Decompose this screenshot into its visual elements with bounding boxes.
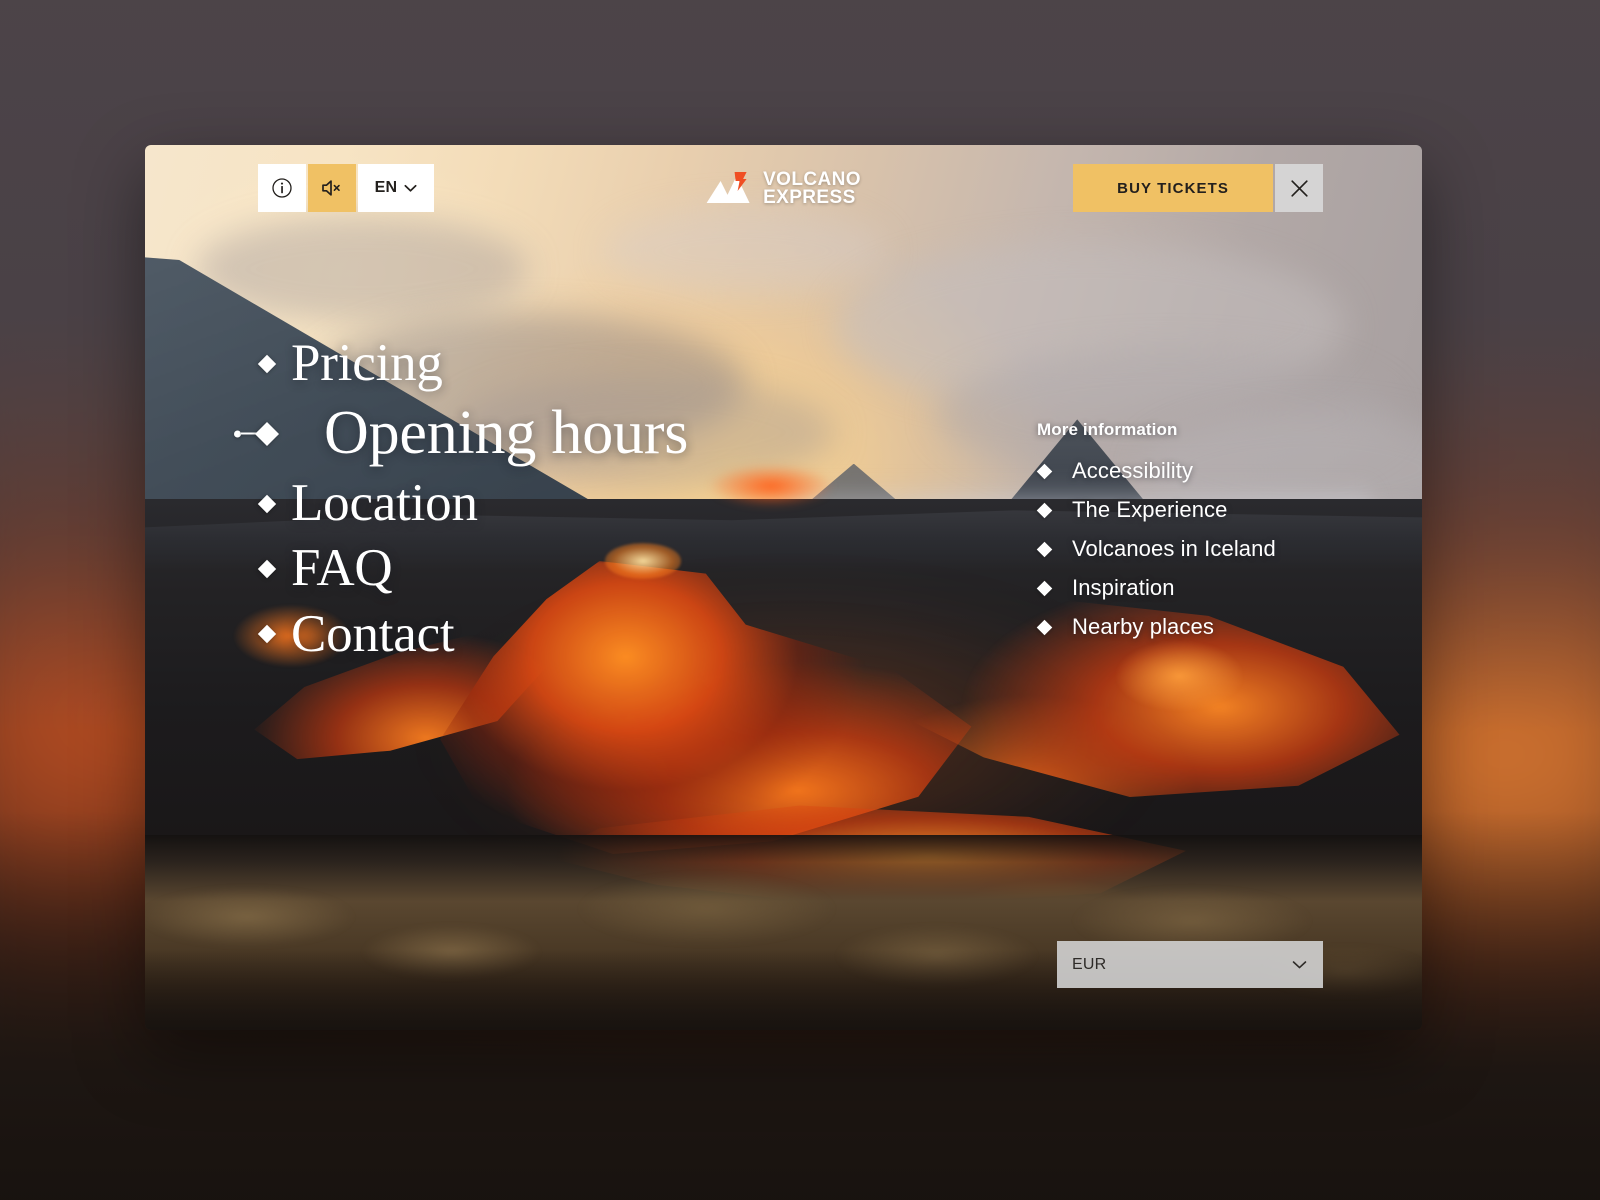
diamond-bullet-icon [1036, 619, 1053, 635]
brand-logo[interactable]: VOLCANO EXPRESS [706, 170, 861, 209]
diamond-bullet-icon [258, 495, 276, 513]
diamond-bullet-icon [258, 425, 276, 443]
sidebar-item-nearby-places[interactable]: Nearby places [1036, 614, 1337, 640]
eruption-glow [706, 463, 835, 508]
diamond-bullet-icon [1036, 541, 1053, 557]
nav-label: Location [291, 474, 478, 533]
sidebar-item-label: Nearby places [1072, 614, 1214, 639]
sidebar-item-label: Volcanoes in Iceland [1072, 536, 1276, 561]
diamond-bullet-icon [1036, 502, 1053, 518]
close-icon [1289, 178, 1310, 199]
secondary-nav-title: More information [1037, 420, 1178, 439]
nav-item-pricing[interactable]: Pricing [258, 334, 688, 392]
chevron-down-icon [1292, 960, 1307, 970]
diamond-bullet-icon [258, 560, 276, 578]
brand-wordmark: VOLCANO EXPRESS [763, 170, 861, 209]
nav-label: FAQ [291, 539, 393, 598]
close-button[interactable] [1275, 164, 1323, 212]
secondary-navigation: More information Accessibility The Exper… [1036, 420, 1337, 653]
arrow-dot [234, 430, 241, 438]
nav-label: Pricing [291, 334, 443, 392]
brand-line-2: EXPRESS [763, 187, 856, 209]
nav-item-opening-hours[interactable]: Opening hours [234, 399, 689, 468]
sidebar-item-label: The Experience [1072, 497, 1228, 522]
nav-item-contact[interactable]: Contact [258, 604, 688, 663]
nav-label: Contact [291, 604, 455, 663]
sidebar-item-the-experience[interactable]: The Experience [1036, 497, 1337, 523]
sidebar-item-volcanoes-in-iceland[interactable]: Volcanoes in Iceland [1036, 536, 1337, 562]
nav-item-location[interactable]: Location [258, 474, 688, 533]
header-left-controls: EN [258, 164, 434, 212]
info-circle-icon [271, 177, 293, 199]
diamond-bullet-icon [258, 625, 276, 643]
volcano-mountain-icon [706, 172, 754, 206]
sidebar-item-inspiration[interactable]: Inspiration [1036, 575, 1337, 601]
currency-value: EUR [1072, 955, 1107, 973]
nav-item-faq[interactable]: FAQ [258, 540, 688, 597]
currency-selector[interactable]: EUR [1057, 941, 1323, 988]
buy-tickets-button[interactable]: BUY TICKETS [1073, 164, 1273, 212]
sidebar-item-accessibility[interactable]: Accessibility [1036, 458, 1337, 484]
speaker-muted-icon [320, 177, 344, 199]
language-selector[interactable]: EN [358, 164, 434, 212]
chevron-down-icon [404, 184, 417, 193]
diamond-bullet-icon [258, 355, 276, 373]
diamond-bullet-icon [1036, 463, 1053, 479]
sidebar-item-label: Accessibility [1072, 458, 1194, 483]
sidebar-item-label: Inspiration [1072, 575, 1175, 600]
diamond-bullet-icon [1036, 580, 1053, 596]
menu-overlay-window: EN VOLCANO EXPRESS BUY TICKETS Pricing O… [145, 145, 1422, 1030]
nav-label: Opening hours [324, 399, 689, 468]
info-button[interactable] [258, 164, 306, 212]
header-right-controls: BUY TICKETS [1073, 164, 1323, 212]
header-bar: EN VOLCANO EXPRESS BUY TICKETS [145, 145, 1422, 241]
primary-navigation: Pricing Opening hours Location FAQ Conta… [234, 334, 689, 671]
sound-toggle-button[interactable] [308, 164, 356, 212]
language-value: EN [374, 179, 398, 196]
